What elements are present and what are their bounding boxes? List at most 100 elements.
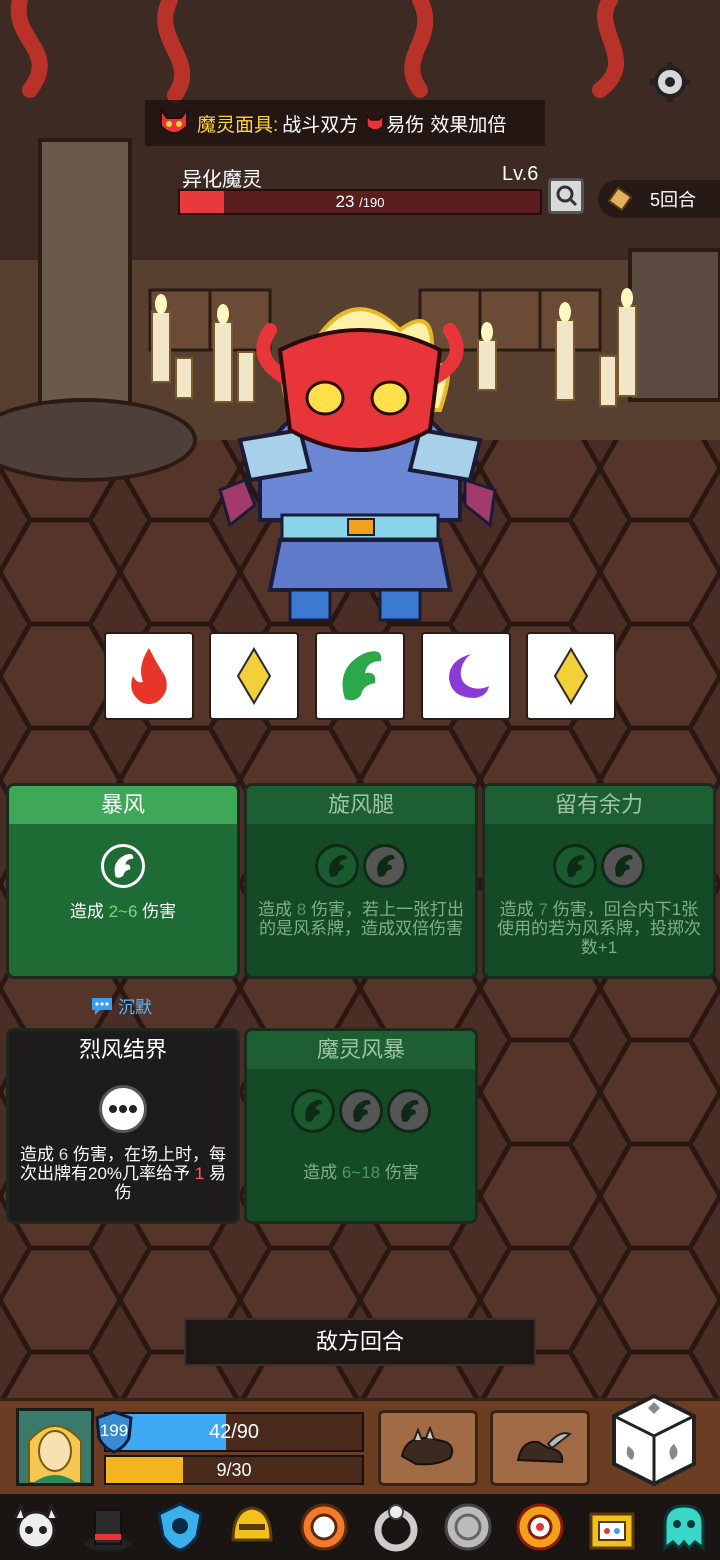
- card-dice-slots: [247, 844, 475, 888]
- card-title: 暴风: [9, 786, 237, 824]
- wind-icon: [567, 854, 585, 877]
- spiked-gauntlet-icon: [400, 1426, 454, 1466]
- rounds-text: 5回合: [650, 190, 697, 210]
- card-description: 造成 7 伤害，回合内下1张使用的若为风系牌，投掷次数+1: [485, 900, 713, 957]
- skill-card-reserve-strength[interactable]: 留有余力 造成 7 伤害，回合内下1张使用的若为风系牌，投掷次数+1: [482, 783, 716, 979]
- skill-card-whirlwind-kick[interactable]: 旋风腿 造成 8 伤害，若上一张打出的是风系牌，造成双倍伤害: [244, 783, 478, 979]
- card-description: 造成 8 伤害，若上一张打出的是风系牌，造成双倍伤害: [247, 900, 475, 938]
- enemy-level: Lv.6: [502, 163, 539, 185]
- wind-dice-slot[interactable]: [101, 844, 145, 888]
- wind-icon: [615, 854, 633, 877]
- skill-card-demon-storm[interactable]: 魔灵风暴 造成 6~18 伤害: [244, 1028, 478, 1224]
- ghost-icon[interactable]: [657, 1500, 711, 1554]
- dice-tile-diamond-2[interactable]: [526, 632, 616, 720]
- wind-dice-slot[interactable]: [315, 844, 359, 888]
- card-desc-suffix: 伤害: [137, 902, 177, 921]
- wind-icon: [305, 1099, 323, 1122]
- silver-coin-icon[interactable]: [441, 1500, 495, 1554]
- wind-icon: [114, 854, 134, 878]
- enemy-turn-button[interactable]: 敌方回合: [184, 1318, 536, 1366]
- silence-status: 沉默: [90, 993, 152, 1018]
- wind-icon: [342, 651, 382, 701]
- sun-flower-icon[interactable]: [513, 1500, 567, 1554]
- hero-portrait[interactable]: [16, 1408, 94, 1486]
- card-desc-text: 造成: [303, 1163, 342, 1182]
- demon-enemy-sprite[interactable]: [200, 290, 520, 630]
- wind-icon: [401, 1099, 419, 1122]
- card-dice-slots: [9, 1085, 237, 1133]
- wind-icon: [377, 854, 395, 877]
- skull-viking-icon[interactable]: [9, 1500, 63, 1554]
- roll-dice-button[interactable]: [606, 1392, 702, 1488]
- card-damage-value: 2~6: [108, 902, 138, 921]
- wind-dice-slot-3[interactable]: [387, 1089, 431, 1133]
- card-dice-slots: [485, 844, 713, 888]
- skill-card-storm[interactable]: 暴风 造成 2~6 伤害: [6, 783, 240, 979]
- dice-tile-diamond[interactable]: [209, 632, 299, 720]
- wind-dice-slot-2[interactable]: [339, 1089, 383, 1133]
- enemy-hp-bar: 23 /190: [178, 189, 542, 215]
- blue-shield-icon[interactable]: [153, 1500, 207, 1554]
- scroll-icon: [607, 186, 633, 212]
- battle-scene: 魔灵面具: 战斗双方 易伤 效果加倍 异化魔灵 Lv.6 23 /190 5回合: [0, 0, 720, 1560]
- banner-suffix: 效果加倍: [430, 114, 507, 136]
- treasure-box-icon[interactable]: [585, 1500, 639, 1554]
- skill-card-gale-barrier[interactable]: 烈风结界 造成 6 伤害，在场上时，每次出牌有20%几率给予 1 易伤: [6, 1028, 240, 1224]
- silver-ring-icon[interactable]: [369, 1500, 423, 1554]
- card-damage-value: 6: [58, 1145, 69, 1164]
- card-vulnerable-value: 1: [194, 1164, 205, 1183]
- equipment-slot-boot[interactable]: [490, 1410, 590, 1486]
- card-title: 旋风腿: [247, 786, 475, 824]
- mask-effect-banner: 魔灵面具: 战斗双方 易伤 效果加倍: [145, 100, 545, 146]
- card-dice-slots: [247, 1089, 475, 1133]
- card-description: 造成 6~18 伤害: [247, 1163, 475, 1182]
- card-damage-value: 8: [296, 900, 307, 919]
- armor-value: 199: [99, 1421, 129, 1440]
- card-desc-suffix: 伤害: [380, 1163, 419, 1182]
- enemy-name: 异化魔灵: [182, 169, 262, 191]
- card-title: 魔灵风暴: [247, 1031, 475, 1069]
- card-damage-value: 7: [538, 900, 548, 919]
- orange-ring-icon[interactable]: [297, 1500, 351, 1554]
- card-dice-slots: [9, 844, 237, 888]
- gold-helmet-icon[interactable]: [225, 1500, 279, 1554]
- card-damage-value: 6~18: [341, 1163, 381, 1182]
- ellipsis-icon: [109, 1105, 137, 1113]
- card-desc-text: 造成: [499, 900, 539, 919]
- equipment-slot-gauntlet[interactable]: [378, 1410, 478, 1486]
- diamond-icon: [236, 647, 272, 705]
- enemy-hp-max: /190: [359, 195, 385, 210]
- wind-dice-slot[interactable]: [291, 1089, 335, 1133]
- winged-boot-icon: [516, 1432, 572, 1464]
- wind-dice-slot[interactable]: [553, 844, 597, 888]
- moon-icon: [449, 654, 489, 698]
- wind-dice-slot-2[interactable]: [363, 844, 407, 888]
- wind-dice-slot-2[interactable]: [601, 844, 645, 888]
- card-desc-text: 造成: [69, 902, 109, 921]
- settings-gear-icon[interactable]: [648, 60, 692, 104]
- card-description: 造成 2~6 伤害: [9, 902, 237, 921]
- hero-avatar: [19, 1411, 91, 1484]
- player-energy-bar: 9/30: [104, 1455, 364, 1485]
- silence-label: 沉默: [118, 998, 152, 1017]
- top-hat-icon[interactable]: [81, 1500, 135, 1554]
- diamond-icon: [553, 647, 589, 705]
- dice-tile-fire[interactable]: [104, 632, 194, 720]
- enemy-hp-text: 23 /190: [180, 191, 540, 214]
- player-energy-text: 9/30: [216, 1460, 252, 1480]
- player-life-bar: 42/90: [104, 1412, 364, 1452]
- wind-icon: [329, 854, 347, 877]
- card-title: 烈风结界: [9, 1031, 237, 1069]
- enemy-hp-current: 23: [335, 192, 355, 211]
- banner-prefix: 魔灵面具:: [197, 114, 279, 136]
- card-desc-text: 造成: [258, 900, 297, 919]
- banner-target: 战斗双方: [282, 114, 359, 136]
- inspect-enemy-button[interactable]: [548, 178, 584, 214]
- dice-tile-wind[interactable]: [315, 632, 405, 720]
- fire-icon: [131, 648, 167, 704]
- card-desc-suffix: 风系牌，投掷次数+1: [580, 919, 701, 957]
- dice-tile-moon[interactable]: [421, 632, 511, 720]
- magnifier-icon: [556, 185, 578, 207]
- card-description: 造成 6 伤害，在场上时，每次出牌有20%几率给予 1 易伤: [9, 1145, 237, 1202]
- card-desc-text: 造成: [20, 1145, 59, 1164]
